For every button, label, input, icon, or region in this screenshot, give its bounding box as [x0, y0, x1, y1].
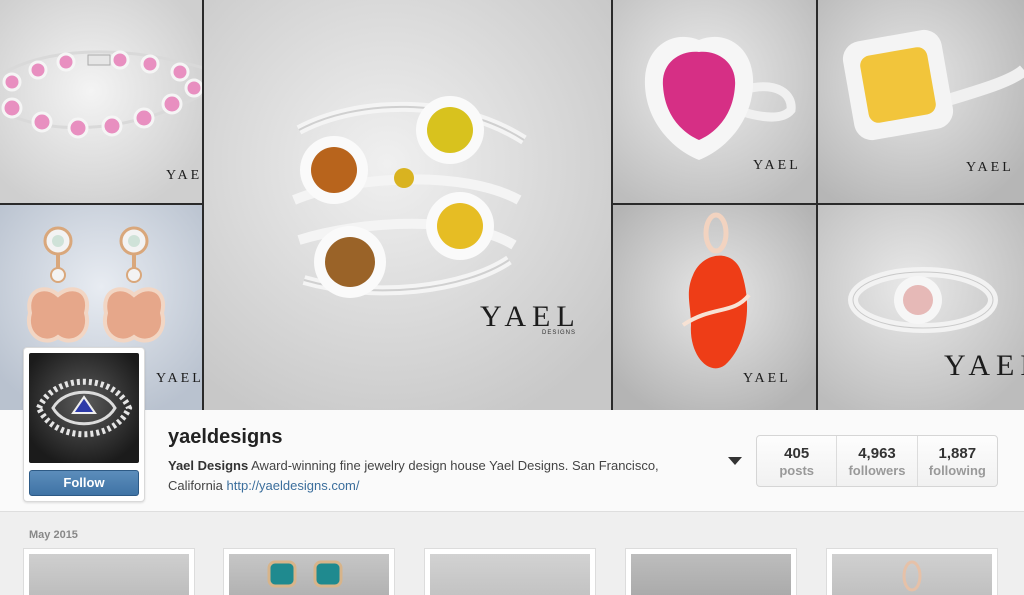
stat-following[interactable]: 1,887 following — [918, 436, 997, 486]
profile-stats: 405 posts 4,963 followers 1,887 followin… — [756, 435, 998, 487]
thumbnail-image — [430, 554, 590, 595]
cover-photo-fire-opal-pendant[interactable]: YAEL — [613, 205, 816, 410]
stat-posts-count: 405 — [784, 445, 810, 462]
brand-logo: YAEL — [944, 349, 1024, 382]
thumbnail-image — [631, 554, 791, 595]
brand-logo-subtitle: DESIGNS — [542, 330, 577, 336]
brand-logo: YAEL — [753, 158, 801, 173]
brand-logo: YAEL — [966, 160, 1014, 175]
profile-avatar-card: Follow — [23, 347, 145, 502]
thumbnail-image — [229, 554, 389, 595]
profile-website-link[interactable]: http://yaeldesigns.com/ — [227, 478, 360, 493]
feed-thumbnail[interactable] — [826, 548, 998, 595]
brand-logo: YAEL — [480, 300, 581, 333]
stat-posts-label: posts — [779, 463, 814, 478]
profile-username: yaeldesigns — [168, 426, 283, 448]
avatar[interactable] — [29, 353, 139, 463]
profile-full-name: Yael Designs — [168, 458, 249, 473]
profile-cover-mosaic: YAEL YAEL — [0, 0, 1024, 410]
cover-photo-bracelet[interactable]: YAEL — [0, 0, 202, 203]
feed-thumbnail[interactable] — [223, 548, 395, 595]
stat-followers-label: followers — [848, 463, 906, 478]
feed-thumbnail[interactable] — [424, 548, 596, 595]
profile-bio: Yael Designs Award-winning fine jewelry … — [168, 456, 708, 496]
cover-photo-yellow-diamond-ring[interactable]: YAEL — [818, 0, 1024, 203]
thumbnail-image — [29, 554, 189, 595]
avatar-jewel-illustration — [35, 378, 133, 438]
earrings-thumb-illustration — [267, 560, 343, 588]
follow-button[interactable]: Follow — [29, 470, 139, 496]
feed-thumbnail[interactable] — [23, 548, 195, 595]
brand-logo: YAEL — [166, 168, 202, 183]
pendant-thumb-illustration — [902, 560, 922, 592]
cover-photo-pink-sapphire-ring[interactable]: YAEL — [613, 0, 816, 203]
stat-following-label: following — [928, 463, 986, 478]
thumbnail-image — [832, 554, 992, 595]
stat-following-count: 1,887 — [938, 445, 977, 462]
brand-logo: YAEL — [156, 371, 202, 386]
cover-photo-peach-diamond-ring[interactable]: YAEL — [818, 205, 1024, 410]
stat-followers[interactable]: 4,963 followers — [837, 436, 918, 486]
cover-photo-stacked-rings[interactable]: YAEL DESIGNS — [204, 0, 611, 410]
stat-followers-count: 4,963 — [858, 445, 896, 462]
stat-posts[interactable]: 405 posts — [757, 436, 838, 486]
brand-logo: YAEL — [743, 371, 791, 386]
stacked-rings-illustration — [292, 96, 527, 298]
options-dropdown-icon[interactable] — [728, 457, 742, 465]
feed-thumbnail[interactable] — [625, 548, 797, 595]
feed-section-date: May 2015 — [29, 529, 78, 541]
